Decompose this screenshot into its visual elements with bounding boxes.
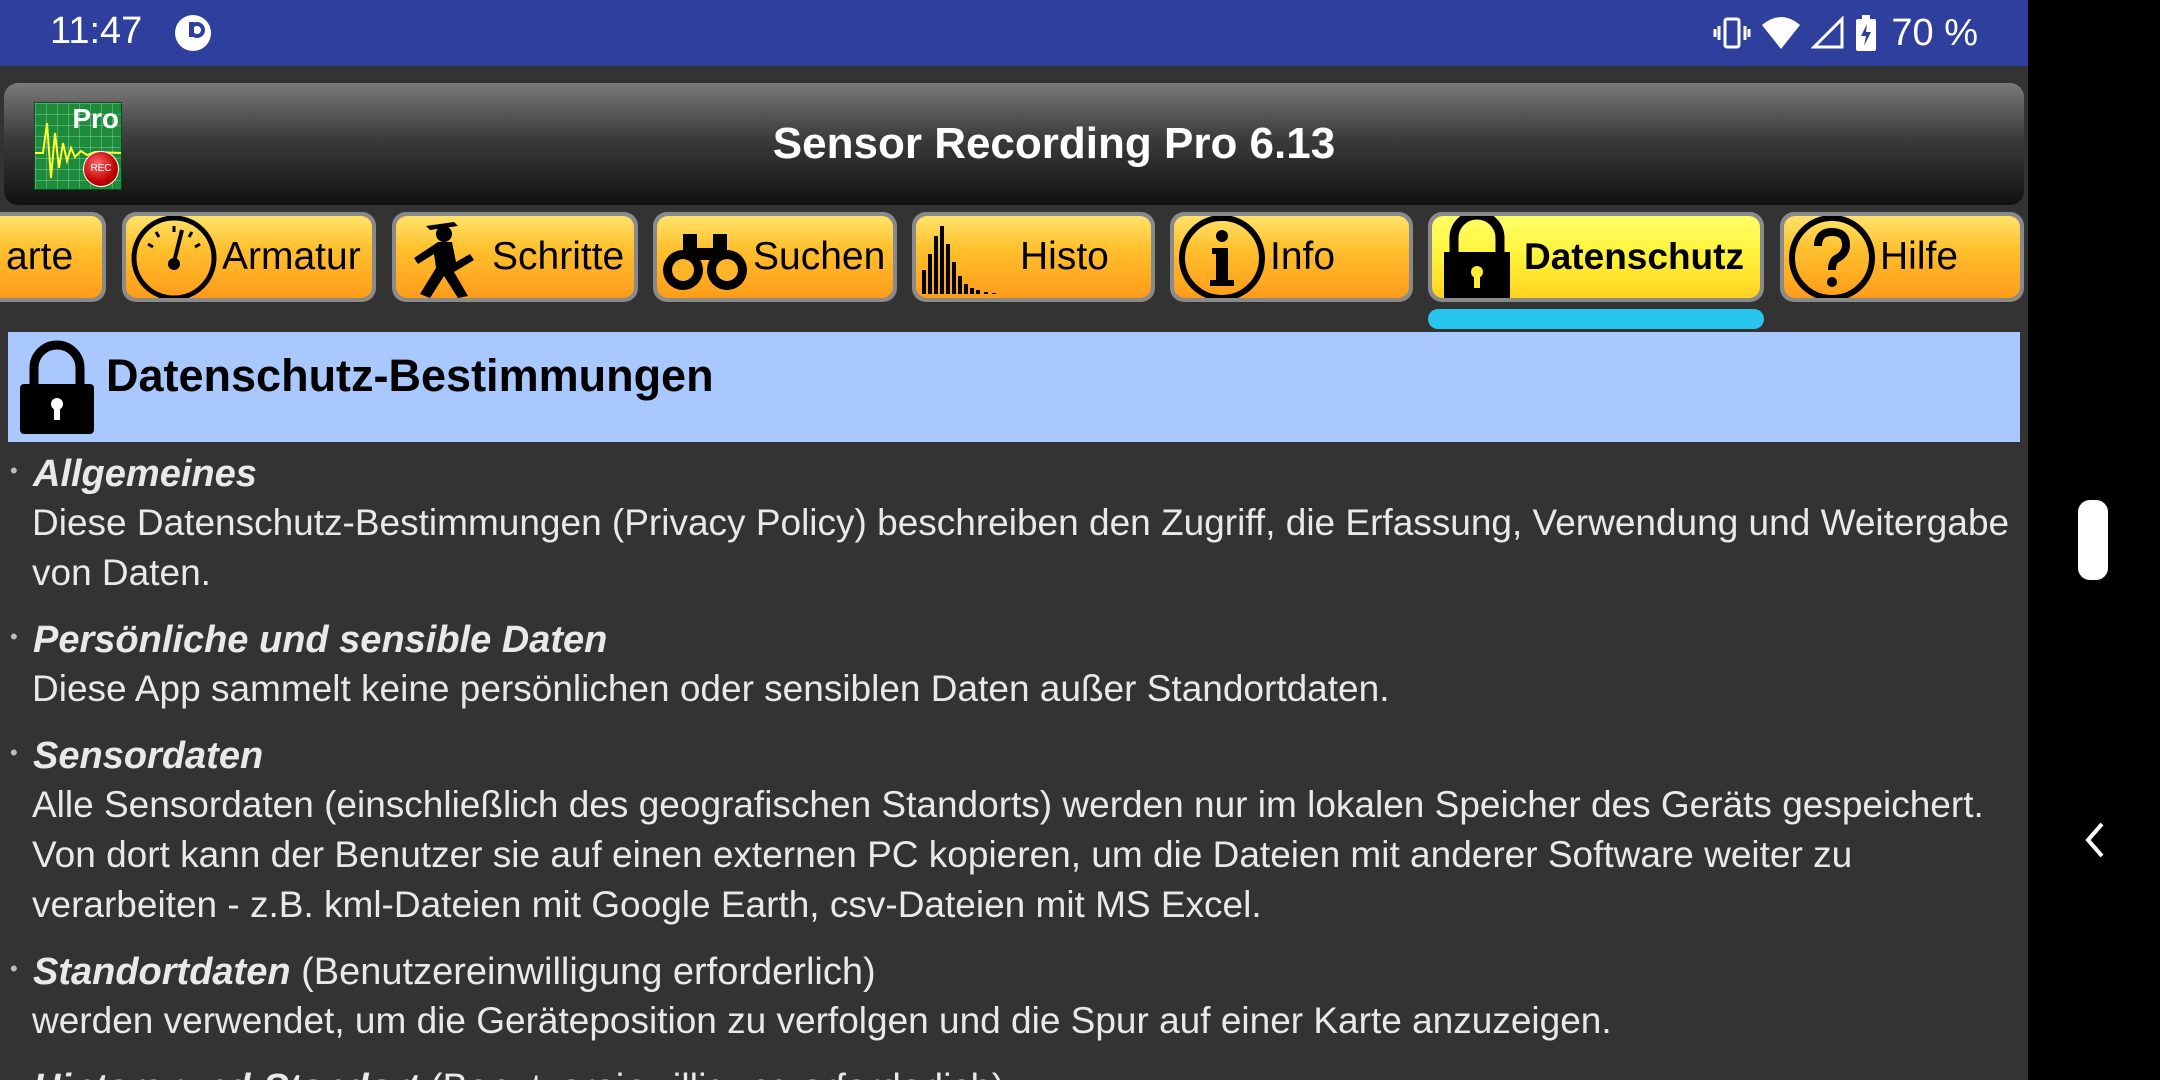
section-standortdaten: • Standortdaten (Benutzereinwilligung er…	[0, 948, 2028, 1046]
walking-man-icon	[396, 216, 492, 298]
scroll-handle[interactable]	[2078, 500, 2108, 580]
tab-label: Schritte	[492, 235, 625, 278]
active-tab-indicator	[1428, 309, 1764, 329]
bullet: •	[10, 1072, 18, 1080]
battery-percentage: 70 %	[1891, 11, 1978, 54]
content-header: Datenschutz-Bestimmungen	[8, 332, 2020, 442]
gauge-icon	[126, 216, 222, 298]
battery-charging-icon	[1856, 15, 1877, 51]
tab-label: Histo	[1020, 235, 1109, 278]
status-icons: 70 %	[1713, 8, 1978, 58]
tab-label: Info	[1270, 235, 1336, 278]
tab-label: Suchen	[753, 235, 886, 278]
tab-karte[interactable]: arte	[0, 212, 106, 302]
histogram-icon	[916, 216, 1012, 298]
tab-histo[interactable]: Histo	[912, 212, 1155, 302]
section-body: werden verwendet, um die Geräteposition …	[32, 1000, 1612, 1041]
back-arrow-icon[interactable]	[2080, 818, 2110, 862]
tab-label: Hilfe	[1880, 235, 1959, 278]
app-window: 11:47 70 % Pro REC Sensor Recording Pro …	[0, 0, 2028, 1080]
section-title: Standortdaten	[33, 951, 291, 993]
lock-icon	[1432, 216, 1522, 298]
section-title: Persönliche und sensible Daten	[33, 619, 608, 661]
tab-suchen[interactable]: Suchen	[653, 212, 897, 302]
section-persoenliche-daten: • Persönliche und sensible Daten Diese A…	[0, 616, 2028, 714]
section-allgemeines: • Allgemeines Diese Datenschutz-Bestimmu…	[0, 450, 2028, 598]
tab-schritte[interactable]: Schritte	[392, 212, 638, 302]
status-time: 11:47	[50, 10, 143, 52]
vibrate-icon	[1713, 17, 1751, 49]
section-body: Alle Sensordaten (einschließlich des geo…	[32, 784, 1984, 925]
tab-hilfe[interactable]: Hilfe	[1780, 212, 2024, 302]
section-title: Hintergrund-Standort	[33, 1067, 419, 1080]
section-title-suffix: (Benutzereinwilligung erforderlich)	[419, 1067, 1005, 1080]
info-icon	[1174, 216, 1270, 298]
tab-bar[interactable]: arte Armatur Schritte Suchen Histo Info …	[0, 210, 2028, 335]
cell-signal-icon	[1811, 16, 1844, 49]
app-title-bar: Pro REC Sensor Recording Pro 6.13	[4, 83, 2024, 205]
section-body: Diese Datenschutz-Bestimmungen (Privacy …	[32, 502, 2010, 593]
binoculars-icon	[657, 216, 753, 298]
page-title: Datenschutz-Bestimmungen	[106, 350, 714, 401]
help-icon	[1784, 216, 1880, 298]
bullet: •	[10, 740, 18, 765]
tab-datenschutz[interactable]: Datenschutz	[1428, 212, 1764, 302]
bullet: •	[10, 458, 18, 483]
section-title: Sensordaten	[33, 735, 264, 777]
tab-label: arte	[6, 235, 74, 278]
status-bar: 11:47 70 %	[0, 0, 2028, 66]
tab-armatur[interactable]: Armatur	[122, 212, 376, 302]
section-hintergrund-standort: • Hintergrund-Standort (Benutzereinwilli…	[0, 1064, 2028, 1080]
section-title: Allgemeines	[33, 453, 257, 495]
section-sensordaten: • Sensordaten Alle Sensordaten (einschli…	[0, 732, 2028, 930]
bullet: •	[10, 956, 18, 981]
section-title-suffix: (Benutzereinwilligung erforderlich)	[290, 951, 876, 993]
lock-icon	[20, 340, 94, 434]
bullet: •	[10, 624, 18, 649]
wifi-icon	[1762, 17, 1801, 49]
tab-label: Armatur	[222, 235, 361, 278]
tab-label: Datenschutz	[1524, 236, 1744, 277]
privacy-sections: • Allgemeines Diese Datenschutz-Bestimmu…	[0, 450, 2028, 1080]
app-title: Sensor Recording Pro 6.13	[772, 119, 1336, 168]
notification-app-icon	[175, 15, 211, 51]
section-body: Diese App sammelt keine persönlichen ode…	[32, 668, 1390, 709]
privacy-content[interactable]: Datenschutz-Bestimmungen • Allgemeines D…	[0, 330, 2028, 1080]
tab-info[interactable]: Info	[1170, 212, 1413, 302]
